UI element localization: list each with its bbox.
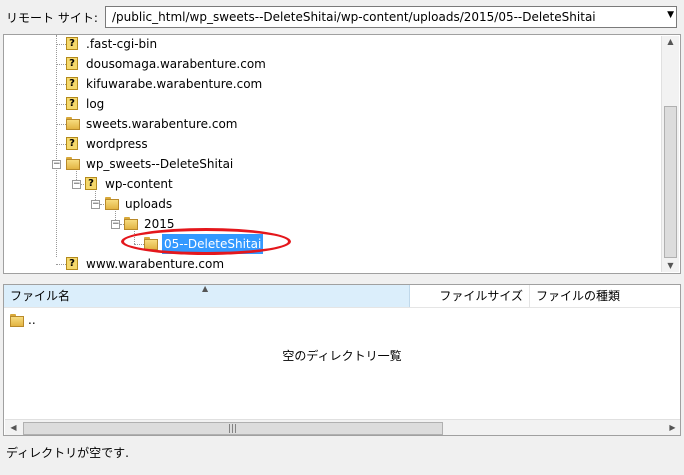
highlight-ellipse [121,228,291,255]
question-icon: ? [85,177,97,190]
question-icon: ? [66,57,78,70]
scrollbar-thumb[interactable] [664,106,677,258]
tree-item-label: wordpress [86,137,148,151]
collapse-toggle[interactable]: − [52,160,61,169]
tree-line [56,144,66,145]
tree-line [56,104,66,105]
folder-icon [66,117,80,130]
file-list-horizontal-scrollbar[interactable]: ◀ ||| ▶ [5,419,680,435]
tree-line [56,64,66,65]
tree-line [56,44,66,45]
folder-icon [10,314,24,327]
tree-line [56,124,66,125]
tree-item-label: dousomaga.warabenture.com [86,57,266,71]
remote-site-bar: リモート サイト: /public_html/wp_sweets--Delete… [0,0,684,34]
question-icon: ? [66,137,78,150]
tree-item-label: kifuwarabe.warabenture.com [86,77,263,91]
list-item-name: .. [28,313,36,327]
scroll-left-icon[interactable]: ◀ [5,423,22,432]
column-header-type[interactable]: ファイルの種類 [530,285,680,307]
column-header-name[interactable]: ▲ ファイル名 [4,285,410,307]
scroll-right-icon[interactable]: ▶ [664,423,680,432]
collapse-toggle[interactable]: − [111,220,120,229]
empty-directory-message: 空のディレクトリ一覧 [282,349,402,363]
sort-ascending-icon: ▲ [202,284,209,293]
folder-icon [124,217,138,230]
scroll-up-icon[interactable]: ▲ [662,37,679,46]
folder-icon [66,157,80,170]
tree-item-label: sweets.warabenture.com [86,117,238,131]
grip-icon: ||| [228,424,238,434]
tree-item-label: www.warabenture.com [86,257,225,271]
remote-file-list[interactable]: ▲ ファイル名 ファイルサイズ ファイルの種類 .. 空のディレクトリ一覧 ◀ … [3,284,681,436]
collapse-toggle[interactable]: − [72,180,81,189]
scrollbar-thumb[interactable]: ||| [23,422,443,435]
tree-line [56,35,57,257]
tree-line [56,84,66,85]
remote-directory-tree[interactable]: − − − − ? .fast-cgi-bin ? dousomaga.wara… [3,34,681,274]
tree-item-label: wp_sweets--DeleteShitai [86,157,234,171]
remote-path-combobox[interactable]: /public_html/wp_sweets--DeleteShitai/wp-… [105,6,677,28]
pane-splitter[interactable] [0,274,684,284]
remote-path-input[interactable]: /public_html/wp_sweets--DeleteShitai/wp-… [112,10,596,24]
tree-item-label: wp-content [105,177,173,191]
scroll-down-icon[interactable]: ▼ [662,261,679,270]
question-icon: ? [66,37,78,50]
column-header-label: ファイル名 [10,289,71,303]
question-icon: ? [66,77,78,90]
tree-item-label: uploads [125,197,173,211]
status-text: ディレクトリが空です. [6,446,129,460]
tree-line [56,264,66,265]
folder-icon [105,197,119,210]
collapse-toggle[interactable]: − [91,200,100,209]
tree-vertical-scrollbar[interactable]: ▲ ▼ [661,36,679,272]
file-list-header: ▲ ファイル名 ファイルサイズ ファイルの種類 [4,285,680,308]
chevron-down-icon[interactable]: ▼ [667,10,674,20]
tree-item-label: log [86,97,105,111]
question-icon: ? [66,257,78,270]
question-icon: ? [66,97,78,110]
column-header-size[interactable]: ファイルサイズ [410,285,530,307]
remote-site-label: リモート サイト: [6,11,98,25]
tree-item-label: .fast-cgi-bin [86,37,158,51]
status-bar: ディレクトリが空です. [0,436,684,475]
